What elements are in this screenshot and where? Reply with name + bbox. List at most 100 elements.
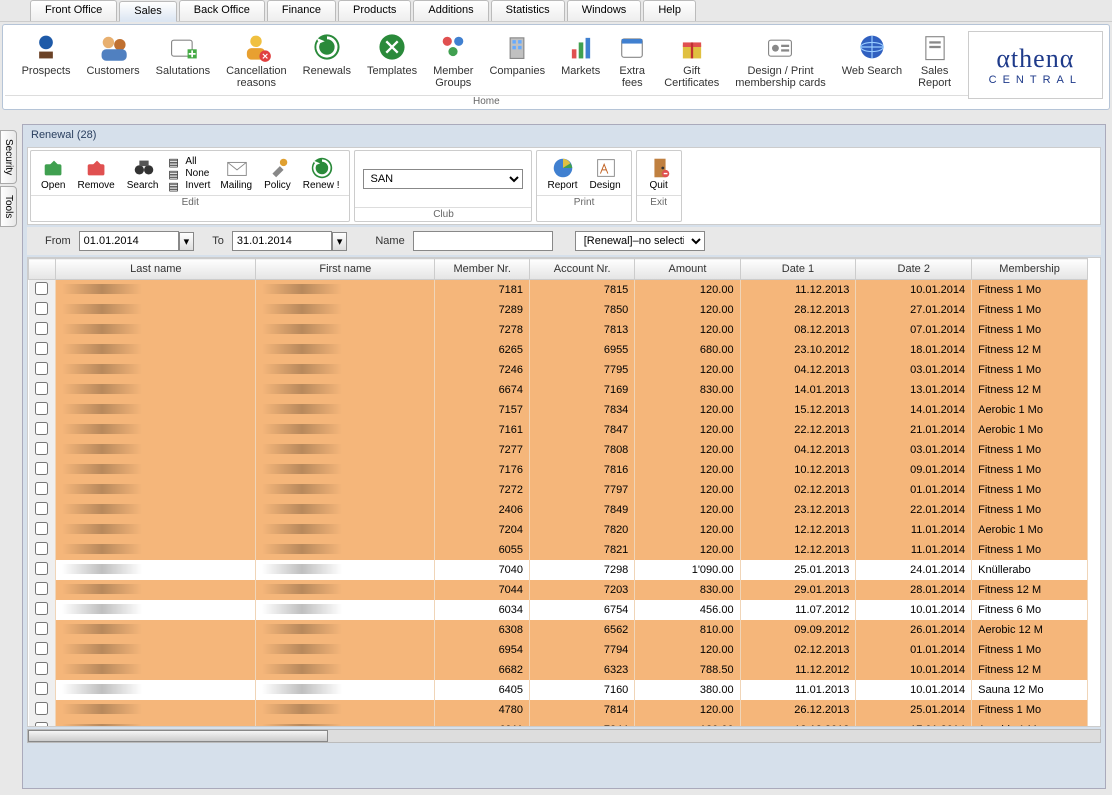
table-row[interactable]: 69547794120.0002.12.201301.01.2014Fitnes… [29, 640, 1088, 660]
horizontal-scrollbar[interactable] [27, 729, 1101, 743]
col-first-name[interactable]: First name [256, 259, 435, 280]
filter-none[interactable]: ▤None [168, 168, 210, 179]
name-input[interactable] [413, 231, 553, 251]
side-tab-security[interactable]: Security [0, 130, 17, 184]
ribbon-design[interactable]: Design / Printmembership cards [727, 27, 833, 93]
row-checkbox[interactable] [35, 322, 48, 335]
menu-tab-windows[interactable]: Windows [567, 0, 642, 21]
row-checkbox[interactable] [35, 502, 48, 515]
col-member-nr-[interactable]: Member Nr. [435, 259, 530, 280]
design-button[interactable]: Design [584, 153, 627, 193]
row-checkbox[interactable] [35, 682, 48, 695]
row-checkbox[interactable] [35, 282, 48, 295]
col-last-name[interactable]: Last name [56, 259, 256, 280]
dropdown-icon[interactable]: ▾ [179, 232, 195, 251]
row-checkbox[interactable] [35, 482, 48, 495]
table-row[interactable]: 66826323788.5011.12.201210.01.2014Fitnes… [29, 660, 1088, 680]
row-checkbox[interactable] [35, 402, 48, 415]
ribbon-member[interactable]: MemberGroups [425, 27, 481, 93]
report-button[interactable]: Report [541, 153, 583, 193]
row-checkbox[interactable] [35, 562, 48, 575]
club-select[interactable]: SAN [363, 169, 523, 189]
ribbon-customers[interactable]: Customers [78, 27, 147, 93]
open-button[interactable]: Open [35, 153, 71, 193]
table-row[interactable]: 70447203830.0029.01.201328.01.2014Fitnes… [29, 580, 1088, 600]
ribbon-prospects[interactable]: Prospects [14, 27, 79, 93]
row-checkbox[interactable] [35, 442, 48, 455]
table-row[interactable]: 71767816120.0010.12.201309.01.2014Fitnes… [29, 460, 1088, 480]
col-check[interactable] [29, 259, 56, 280]
table-row[interactable]: 64057160380.0011.01.201310.01.2014Sauna … [29, 680, 1088, 700]
ribbon-renewals[interactable]: Renewals [295, 27, 359, 93]
to-date-input[interactable] [232, 231, 332, 251]
search-button[interactable]: Search [121, 153, 165, 193]
row-checkbox[interactable] [35, 582, 48, 595]
table-row[interactable]: 71817815120.0011.12.201310.01.2014Fitnes… [29, 280, 1088, 301]
menu-tab-additions[interactable]: Additions [413, 0, 488, 21]
row-checkbox[interactable] [35, 302, 48, 315]
ribbon-web[interactable]: Web Search [834, 27, 910, 93]
row-checkbox[interactable] [35, 642, 48, 655]
table-row[interactable]: 69117844120.0018.12.201317.01.2014Aerobi… [29, 720, 1088, 727]
table-row[interactable]: 60557821120.0012.12.201311.01.2014Fitnes… [29, 540, 1088, 560]
col-account-nr-[interactable]: Account Nr. [530, 259, 635, 280]
row-checkbox[interactable] [35, 622, 48, 635]
menu-tab-back-office[interactable]: Back Office [179, 0, 265, 21]
table-row[interactable]: 72047820120.0012.12.201311.01.2014Aerobi… [29, 520, 1088, 540]
table-row[interactable]: 704072981'090.0025.01.201324.01.2014Knül… [29, 560, 1088, 580]
table-row[interactable]: 72467795120.0004.12.201303.01.2014Fitnes… [29, 360, 1088, 380]
row-checkbox[interactable] [35, 522, 48, 535]
filter-invert[interactable]: ▤Invert [168, 180, 210, 191]
menu-tab-front-office[interactable]: Front Office [30, 0, 117, 21]
ribbon-gift[interactable]: GiftCertificates [656, 27, 727, 93]
renew-button[interactable]: Renew ! [297, 153, 346, 193]
table-row[interactable]: 62656955680.0023.10.201218.01.2014Fitnes… [29, 340, 1088, 360]
table-row[interactable]: 71577834120.0015.12.201314.01.2014Aerobi… [29, 400, 1088, 420]
row-checkbox[interactable] [35, 702, 48, 715]
ribbon-markets[interactable]: Markets [553, 27, 608, 93]
table-row[interactable]: 47807814120.0026.12.201325.01.2014Fitnes… [29, 700, 1088, 720]
ribbon-extra[interactable]: Extrafees [608, 27, 656, 93]
data-grid[interactable]: Last nameFirst nameMember Nr.Account Nr.… [27, 257, 1101, 727]
table-row[interactable]: 71617847120.0022.12.201321.01.2014Aerobi… [29, 420, 1088, 440]
row-checkbox[interactable] [35, 722, 48, 727]
menu-tab-products[interactable]: Products [338, 0, 411, 21]
quit-button[interactable]: Quit [641, 153, 677, 193]
ribbon-sales[interactable]: SalesReport [910, 27, 959, 93]
menu-tab-finance[interactable]: Finance [267, 0, 336, 21]
row-checkbox[interactable] [35, 342, 48, 355]
table-row[interactable]: 72897850120.0028.12.201327.01.2014Fitnes… [29, 300, 1088, 320]
row-checkbox[interactable] [35, 362, 48, 375]
row-checkbox[interactable] [35, 542, 48, 555]
table-row[interactable]: 66747169830.0014.01.201313.01.2014Fitnes… [29, 380, 1088, 400]
table-row[interactable]: 24067849120.0023.12.201322.01.2014Fitnes… [29, 500, 1088, 520]
menu-tab-sales[interactable]: Sales [119, 1, 177, 22]
policy-button[interactable]: Policy [258, 153, 297, 193]
col-amount[interactable]: Amount [635, 259, 740, 280]
remove-button[interactable]: Remove [71, 153, 120, 193]
col-date-1[interactable]: Date 1 [740, 259, 856, 280]
ribbon-salutations[interactable]: Salutations [148, 27, 218, 93]
row-checkbox[interactable] [35, 662, 48, 675]
from-date-input[interactable] [79, 231, 179, 251]
ribbon-companies[interactable]: Companies [481, 27, 553, 93]
ribbon-templates[interactable]: Templates [359, 27, 425, 93]
ribbon-cancellation[interactable]: Cancellationreasons [218, 27, 295, 93]
menu-tab-statistics[interactable]: Statistics [491, 0, 565, 21]
menu-tab-help[interactable]: Help [643, 0, 696, 21]
row-checkbox[interactable] [35, 382, 48, 395]
filter-all[interactable]: ▤All [168, 156, 210, 167]
row-checkbox[interactable] [35, 602, 48, 615]
row-checkbox[interactable] [35, 422, 48, 435]
table-row[interactable]: 60346754456.0011.07.201210.01.2014Fitnes… [29, 600, 1088, 620]
table-row[interactable]: 63086562810.0009.09.201226.01.2014Aerobi… [29, 620, 1088, 640]
table-row[interactable]: 72787813120.0008.12.201307.01.2014Fitnes… [29, 320, 1088, 340]
row-checkbox[interactable] [35, 462, 48, 475]
col-membership[interactable]: Membership [972, 259, 1088, 280]
table-row[interactable]: 72777808120.0004.12.201303.01.2014Fitnes… [29, 440, 1088, 460]
col-date-2[interactable]: Date 2 [856, 259, 972, 280]
table-row[interactable]: 72727797120.0002.12.201301.01.2014Fitnes… [29, 480, 1088, 500]
dropdown-icon[interactable]: ▾ [332, 232, 348, 251]
side-tab-tools[interactable]: Tools [0, 186, 17, 227]
mailing-button[interactable]: Mailing [214, 153, 258, 193]
